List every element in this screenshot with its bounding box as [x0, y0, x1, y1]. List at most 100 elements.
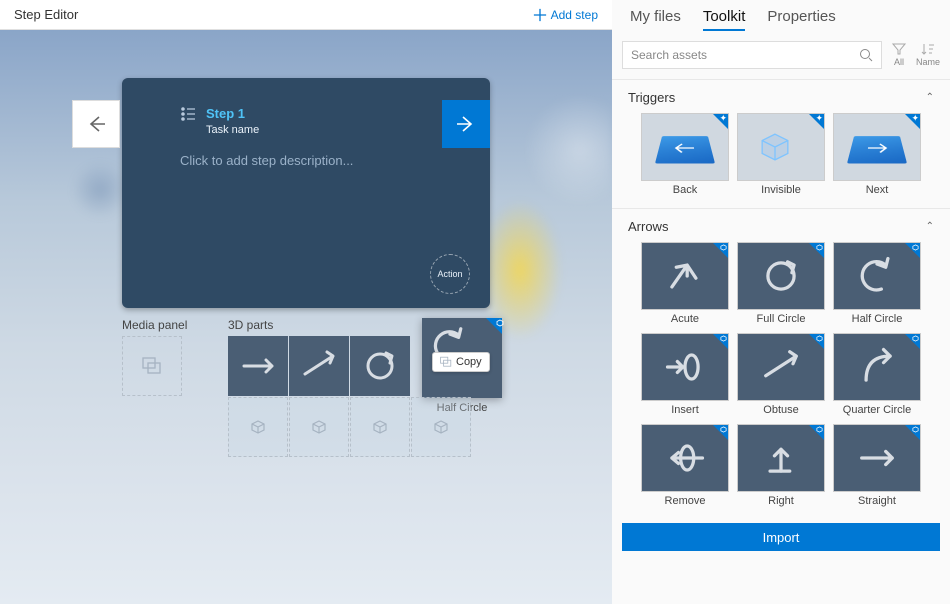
- prev-step-button[interactable]: [72, 100, 120, 148]
- empty-parts-row: [228, 397, 471, 457]
- arrow-left-icon: [670, 140, 701, 157]
- sort-name[interactable]: Name: [916, 43, 940, 67]
- cube-badge-icon: [720, 335, 727, 342]
- cube-badge-icon: [816, 335, 823, 342]
- obtuse-arrow-icon: [299, 346, 339, 386]
- insert-arrow-icon: [658, 343, 712, 391]
- arrow-label: Right: [737, 495, 825, 507]
- right-arrow-icon: [754, 434, 808, 482]
- arrow-tile-acute[interactable]: [641, 242, 729, 310]
- cube-badge-icon: [816, 244, 823, 251]
- import-button[interactable]: Import: [622, 523, 940, 551]
- part-slot-full-circle[interactable]: [350, 336, 410, 396]
- media-panel-label: Media panel: [122, 318, 187, 332]
- tab-toolkit[interactable]: Toolkit: [703, 8, 746, 31]
- filter-all[interactable]: All: [892, 43, 906, 67]
- filter-all-label: All: [894, 57, 904, 67]
- arrow-left-icon: [85, 112, 107, 136]
- section-arrows-header[interactable]: Arrows ⌃: [612, 209, 950, 242]
- trigger-label: Next: [833, 184, 921, 196]
- search-icon: [859, 48, 873, 62]
- arrow-tile-full-circle[interactable]: [737, 242, 825, 310]
- arrow-label: Quarter Circle: [833, 404, 921, 416]
- media-slot[interactable]: [122, 336, 182, 396]
- cube-badge-icon: [912, 426, 919, 433]
- chevron-up-icon: ⌃: [926, 92, 934, 103]
- cube-badge-icon: [912, 335, 919, 342]
- parts-row: [228, 336, 410, 396]
- arrow-label: Full Circle: [737, 313, 825, 325]
- task-name: Task name: [206, 124, 259, 137]
- full-circle-arrow-icon: [754, 252, 808, 300]
- cube-badge-icon: [912, 244, 919, 251]
- next-step-button[interactable]: [442, 100, 490, 148]
- empty-part-slot[interactable]: [350, 397, 410, 457]
- arrow-right-icon: [455, 112, 477, 136]
- half-circle-arrow-icon: [850, 252, 904, 300]
- empty-3d-icon: [250, 419, 266, 435]
- trigger-label: Back: [641, 184, 729, 196]
- list-icon: [180, 106, 196, 122]
- arrow-tile-quarter[interactable]: [833, 333, 921, 401]
- copy-icon: [440, 356, 452, 368]
- empty-3d-icon: [311, 419, 327, 435]
- chevron-up-icon: ⌃: [926, 221, 934, 232]
- media-icon: [142, 357, 162, 375]
- tab-my-files[interactable]: My files: [630, 8, 681, 31]
- straight-arrow-icon: [238, 346, 278, 386]
- trigger-tile-invisible[interactable]: ✦: [737, 113, 825, 181]
- arrow-label: Remove: [641, 495, 729, 507]
- tab-properties[interactable]: Properties: [767, 8, 835, 31]
- arrow-label: Half Circle: [833, 313, 921, 325]
- arrow-tile-insert[interactable]: [641, 333, 729, 401]
- arrow-label: Acute: [641, 313, 729, 325]
- search-input[interactable]: Search assets: [622, 41, 882, 69]
- acute-arrow-icon: [658, 252, 712, 300]
- full-circle-arrow-icon: [360, 346, 400, 386]
- cube-icon: [745, 123, 805, 171]
- arrow-tile-right[interactable]: [737, 424, 825, 492]
- plus-icon: [533, 8, 547, 22]
- obtuse-arrow-icon: [754, 343, 808, 391]
- search-placeholder: Search assets: [631, 48, 859, 62]
- empty-part-slot[interactable]: [411, 397, 471, 457]
- arrow-tile-half-circle[interactable]: [833, 242, 921, 310]
- straight-arrow-icon: [850, 434, 904, 482]
- arrow-tile-obtuse[interactable]: [737, 333, 825, 401]
- step-card: Step 1 Task name Click to add step descr…: [122, 78, 490, 308]
- part-slot-straight[interactable]: [228, 336, 288, 396]
- empty-part-slot[interactable]: [228, 397, 288, 457]
- step-editor-title: Step Editor: [14, 7, 78, 22]
- arrow-label: Insert: [641, 404, 729, 416]
- cube-badge-icon: [720, 244, 727, 251]
- sort-name-label: Name: [916, 57, 940, 67]
- empty-part-slot[interactable]: [289, 397, 349, 457]
- section-triggers-title: Triggers: [628, 90, 675, 105]
- arrow-tile-remove[interactable]: [641, 424, 729, 492]
- trigger-tile-next[interactable]: ✦: [833, 113, 921, 181]
- arrow-right-icon: [862, 140, 893, 157]
- copy-tooltip: Copy: [432, 352, 490, 372]
- side-tabs: My files Toolkit Properties: [612, 0, 950, 37]
- section-triggers-header[interactable]: Triggers ⌃: [612, 80, 950, 113]
- section-arrows-title: Arrows: [628, 219, 668, 234]
- filter-icon: [892, 43, 906, 55]
- trigger-tile-back[interactable]: ✦: [641, 113, 729, 181]
- part-slot-obtuse[interactable]: [289, 336, 349, 396]
- arrow-tile-straight[interactable]: [833, 424, 921, 492]
- step-number: Step 1: [206, 106, 259, 122]
- remove-arrow-icon: [658, 434, 712, 482]
- add-step-button[interactable]: Add step: [533, 8, 598, 22]
- trigger-label: Invisible: [737, 184, 825, 196]
- empty-3d-icon: [433, 419, 449, 435]
- arrow-label: Straight: [833, 495, 921, 507]
- step-description-input[interactable]: Click to add step description...: [180, 153, 353, 168]
- cube-badge-icon: [816, 426, 823, 433]
- arrow-label: Obtuse: [737, 404, 825, 416]
- action-placeholder[interactable]: Action: [430, 254, 470, 294]
- cube-badge-icon: [720, 426, 727, 433]
- 3d-parts-label: 3D parts: [228, 318, 273, 332]
- add-step-label: Add step: [551, 8, 598, 22]
- step-canvas: Step 1 Task name Click to add step descr…: [0, 30, 612, 604]
- quarter-arrow-icon: [850, 343, 904, 391]
